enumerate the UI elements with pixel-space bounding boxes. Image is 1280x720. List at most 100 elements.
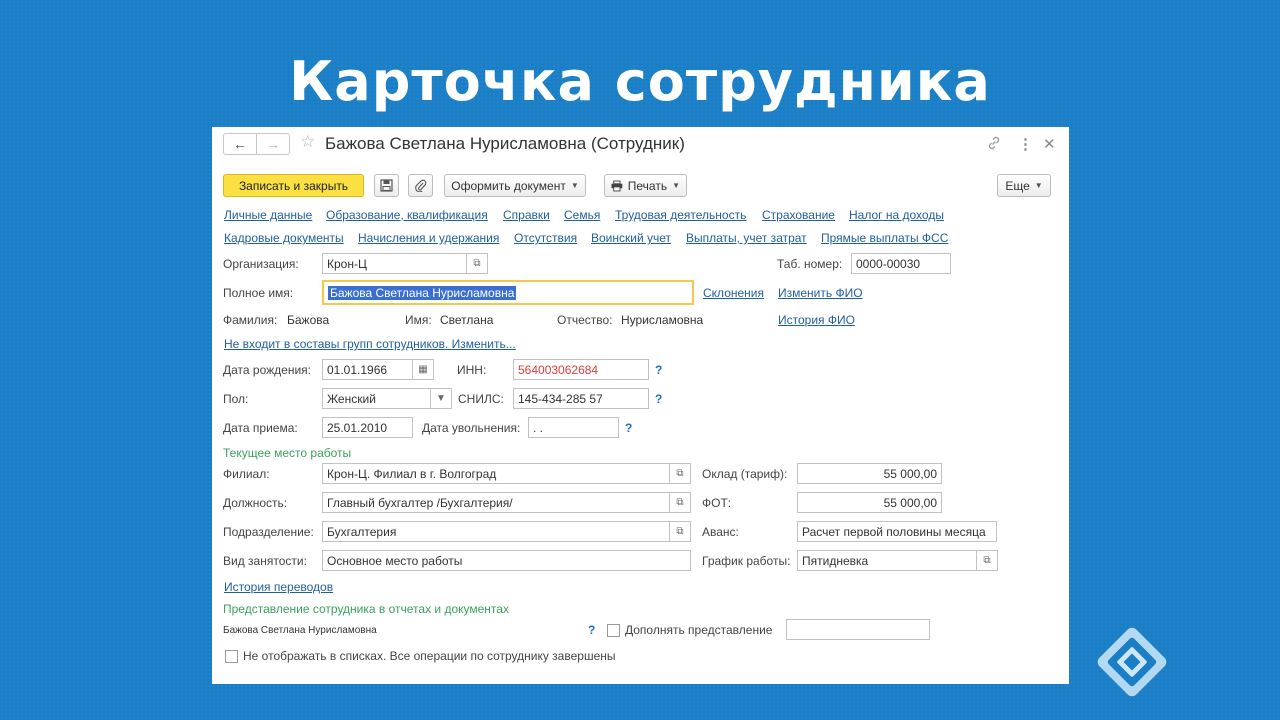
dept-field[interactable]: Бухгалтерия <box>322 521 670 542</box>
hire-label: Дата приема: <box>223 421 298 435</box>
open-icon[interactable]: ⧉ <box>670 492 691 513</box>
inn-field[interactable]: 564003062684 <box>513 359 649 380</box>
position-label: Должность: <box>223 496 288 510</box>
link-hr-documents[interactable]: Кадровые документы <box>224 231 344 245</box>
more-button[interactable]: Еще ▼ <box>997 174 1051 197</box>
org-field[interactable]: Крон-Ц <box>322 253 467 274</box>
branch-label: Филиал: <box>223 467 270 481</box>
link-absences[interactable]: Отсутствия <box>514 231 577 245</box>
advance-field[interactable]: Расчет первой половины месяца <box>797 521 997 542</box>
branch-field[interactable]: Крон-Ц. Филиал в г. Волгоград <box>322 463 670 484</box>
gender-field[interactable]: Женский <box>322 388 431 409</box>
company-logo <box>1097 627 1167 697</box>
salary-field[interactable]: 55 000,00 <box>797 463 942 484</box>
supplement-field[interactable] <box>786 619 930 640</box>
schedule-label: График работы: <box>702 554 791 568</box>
open-icon[interactable]: ⧉ <box>467 253 488 274</box>
fire-label: Дата увольнения: <box>422 421 521 435</box>
floppy-disk-icon[interactable] <box>374 174 399 197</box>
inn-label: ИНН: <box>457 363 487 377</box>
supplement-checkbox[interactable] <box>607 624 620 637</box>
open-icon[interactable]: ⧉ <box>670 463 691 484</box>
link-references[interactable]: Справки <box>503 208 550 222</box>
link-education[interactable]: Образование, квалификация <box>326 208 488 222</box>
tab-number-label: Таб. номер: <box>777 257 843 271</box>
more-label: Еще <box>1005 178 1030 193</box>
dropdown-icon[interactable]: ▼ <box>431 388 452 409</box>
representation-help-icon[interactable]: ? <box>588 623 595 637</box>
close-icon[interactable]: ✕ <box>1043 135 1056 153</box>
fullname-field[interactable]: Бажова Светлана Нурисламовна <box>322 280 694 305</box>
groups-link[interactable]: Не входит в составы групп сотрудников. И… <box>224 337 516 351</box>
link-military[interactable]: Воинский учет <box>591 231 671 245</box>
history-nav: ← → <box>223 133 290 155</box>
star-icon[interactable]: ☆ <box>300 132 315 152</box>
schedule-field[interactable]: Пятидневка <box>797 550 977 571</box>
fullname-label: Полное имя: <box>223 286 294 300</box>
name-value: Светлана <box>440 313 494 327</box>
change-fio-link[interactable]: Изменить ФИО <box>778 286 863 300</box>
link-icon[interactable] <box>986 135 1002 155</box>
gender-label: Пол: <box>223 392 249 406</box>
hide-checkbox[interactable] <box>225 650 238 663</box>
arrow-left-icon[interactable]: ← <box>224 134 257 154</box>
calendar-icon[interactable]: ▦ <box>413 359 434 380</box>
window-title: Бажова Светлана Нурисламовна (Сотрудник) <box>325 134 685 153</box>
transfer-history-link[interactable]: История переводов <box>224 580 333 594</box>
dept-label: Подразделение: <box>223 525 314 539</box>
snils-help-icon[interactable]: ? <box>655 392 662 406</box>
inn-help-icon[interactable]: ? <box>655 363 662 377</box>
birth-label: Дата рождения: <box>223 363 311 377</box>
fio-history-link[interactable]: История ФИО <box>778 313 855 327</box>
link-income-tax[interactable]: Налог на доходы <box>849 208 944 222</box>
save-close-button[interactable]: Записать и закрыть <box>223 174 364 197</box>
snils-label: СНИЛС: <box>458 392 504 406</box>
workplace-section-title: Текущее место работы <box>223 446 352 460</box>
employee-card-window: ← → ☆ Бажова Светлана Нурисламовна (Сотр… <box>212 127 1069 684</box>
surname-label: Фамилия: <box>223 313 278 327</box>
inn-value: 564003062684 <box>518 362 599 377</box>
fot-label: ФОТ: <box>702 496 732 510</box>
patronymic-label: Отчество: <box>557 313 613 327</box>
print-label: Печать <box>627 178 668 193</box>
tab-number-field[interactable]: 0000-00030 <box>851 253 951 274</box>
employment-label: Вид занятости: <box>223 554 307 568</box>
open-icon[interactable]: ⧉ <box>670 521 691 542</box>
link-work-history[interactable]: Трудовая деятельность <box>615 208 746 222</box>
chevron-down-icon: ▼ <box>672 181 680 190</box>
representation-section-title: Представление сотрудника в отчетах и док… <box>223 602 509 616</box>
employment-field[interactable]: Основное место работы <box>322 550 691 571</box>
hire-field[interactable]: 25.01.2010 <box>322 417 413 438</box>
fot-field[interactable]: 55 000,00 <box>797 492 942 513</box>
representation-value: Бажова Светлана Нурисламовна <box>223 625 377 636</box>
fire-field[interactable]: . . <box>528 417 619 438</box>
more-vertical-icon[interactable]: ⋮ <box>1018 135 1033 153</box>
supplement-label: Дополнять представление <box>625 623 773 637</box>
link-accruals[interactable]: Начисления и удержания <box>358 231 499 245</box>
paperclip-icon[interactable] <box>408 174 433 197</box>
position-field[interactable]: Главный бухгалтер /Бухгалтерия/ <box>322 492 670 513</box>
link-fss-payments[interactable]: Прямые выплаты ФСС <box>821 231 948 245</box>
birth-field[interactable]: 01.01.1966 <box>322 359 413 380</box>
printer-icon <box>611 180 623 191</box>
create-document-label: Оформить документ <box>451 178 566 193</box>
open-icon[interactable]: ⧉ <box>977 550 998 571</box>
snils-field[interactable]: 145-434-285 57 <box>513 388 649 409</box>
name-label: Имя: <box>405 313 432 327</box>
fire-help-icon[interactable]: ? <box>625 421 632 435</box>
declensions-link[interactable]: Склонения <box>703 286 764 300</box>
link-personal-data[interactable]: Личные данные <box>224 208 312 222</box>
link-insurance[interactable]: Страхование <box>762 208 835 222</box>
fullname-value: Бажова Светлана Нурисламовна <box>328 285 517 300</box>
link-payments[interactable]: Выплаты, учет затрат <box>686 231 807 245</box>
surname-value: Бажова <box>287 313 330 327</box>
arrow-right-icon[interactable]: → <box>257 134 289 154</box>
link-family[interactable]: Семья <box>564 208 600 222</box>
salary-label: Оклад (тариф): <box>702 467 788 481</box>
slide-title: Карточка сотрудника <box>289 50 991 113</box>
print-button[interactable]: Печать ▼ <box>604 174 687 197</box>
patronymic-value: Нурисламовна <box>621 313 704 327</box>
advance-label: Аванс: <box>702 525 739 539</box>
chevron-down-icon: ▼ <box>1034 181 1043 190</box>
create-document-button[interactable]: Оформить документ ▼ <box>444 174 586 197</box>
